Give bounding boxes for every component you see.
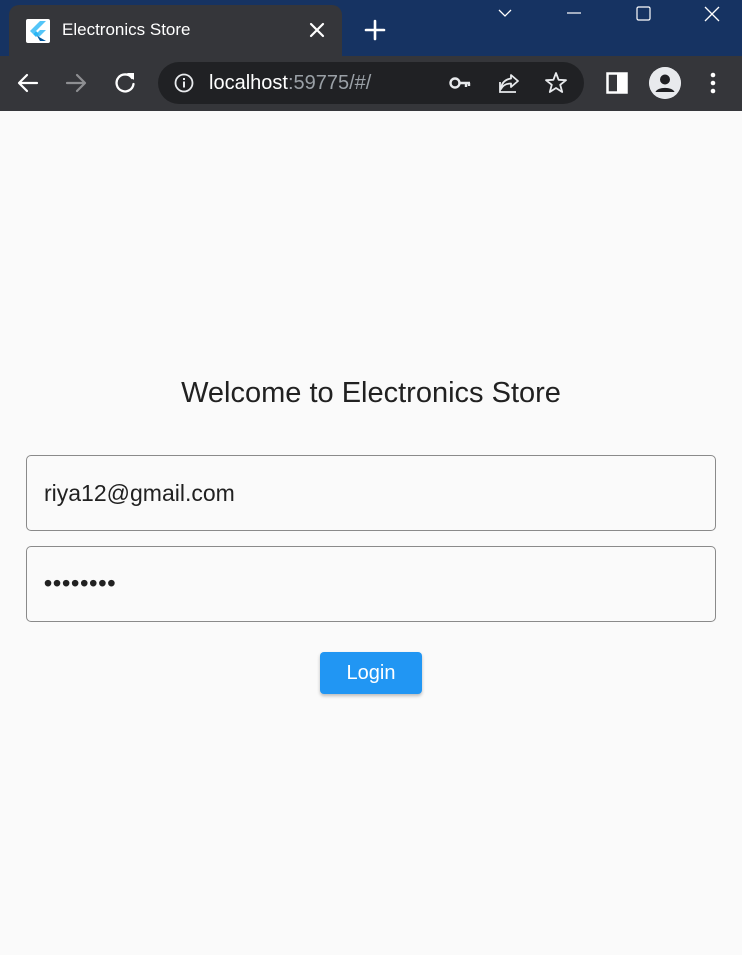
login-button[interactable]: Login xyxy=(320,652,422,694)
reload-icon[interactable] xyxy=(111,69,139,97)
bookmark-star-icon[interactable] xyxy=(543,70,569,96)
address-bar[interactable]: localhost:59775/#/ xyxy=(158,62,584,104)
password-key-icon[interactable] xyxy=(447,70,473,96)
back-arrow-icon[interactable] xyxy=(14,69,42,97)
email-field-value: riya12@gmail.com xyxy=(44,480,235,506)
window-close-icon[interactable] xyxy=(688,0,736,30)
new-tab-icon[interactable] xyxy=(362,17,388,43)
browser-titlebar: Electronics Store xyxy=(0,0,742,56)
browser-toolbar: localhost:59775/#/ xyxy=(0,56,742,111)
email-field[interactable]: riya12@gmail.com xyxy=(26,455,716,531)
side-panel-icon[interactable] xyxy=(603,69,631,97)
address-bar-url[interactable]: localhost:59775/#/ xyxy=(209,71,371,95)
page-title: Welcome to Electronics Store xyxy=(181,377,561,409)
site-info-icon[interactable] xyxy=(173,72,195,94)
password-field[interactable]: •••••••• xyxy=(26,546,716,622)
url-path: :59775/#/ xyxy=(287,72,372,94)
share-icon[interactable] xyxy=(496,70,522,96)
more-menu-icon[interactable] xyxy=(699,69,727,97)
profile-avatar-icon[interactable] xyxy=(649,67,681,99)
login-page: Welcome to Electronics Store riya12@gmai… xyxy=(0,111,742,955)
browser-tab[interactable]: Electronics Store xyxy=(9,5,342,56)
tab-search-chevron-icon[interactable] xyxy=(481,0,529,30)
maximize-icon[interactable] xyxy=(619,0,667,30)
close-tab-icon[interactable] xyxy=(307,20,327,40)
minimize-icon[interactable] xyxy=(550,0,598,30)
url-host: localhost xyxy=(209,72,288,94)
forward-arrow-icon[interactable] xyxy=(62,69,90,97)
tab-title: Electronics Store xyxy=(62,20,191,39)
password-field-value: •••••••• xyxy=(44,570,117,596)
flutter-logo-icon xyxy=(26,19,50,43)
